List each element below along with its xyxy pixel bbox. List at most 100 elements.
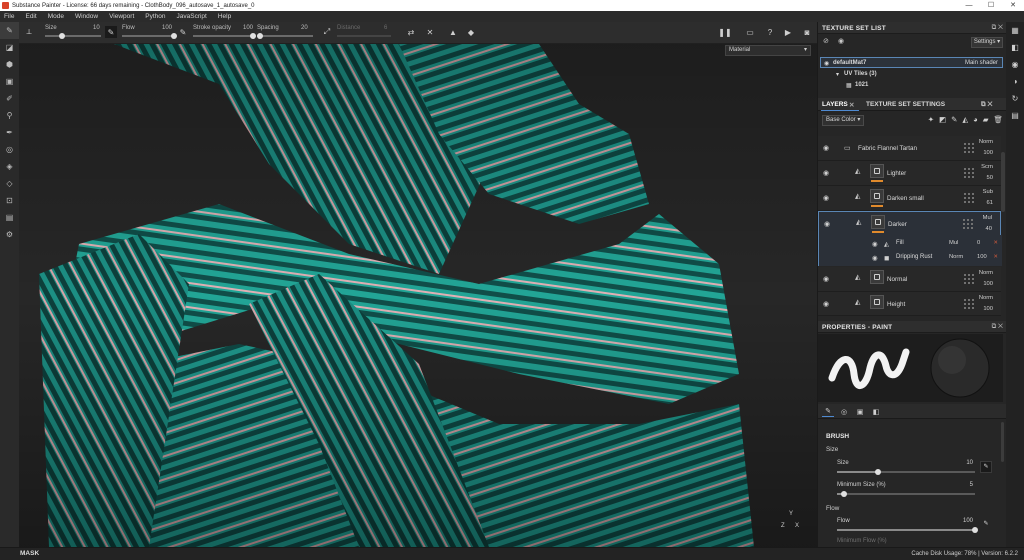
brush-size-slider[interactable] [837, 469, 975, 475]
bake-icon[interactable]: ◎ [0, 141, 19, 158]
layer-blend-mode[interactable]: Mul [983, 215, 992, 221]
visibility-eye-icon[interactable]: ◉ [823, 144, 829, 152]
alpha-tab-icon[interactable]: ◎ [838, 406, 850, 417]
distance-slider[interactable] [337, 35, 391, 37]
remove-effect-icon[interactable]: ✕ [993, 240, 998, 246]
layer-blend-mode[interactable]: Norm [979, 270, 993, 276]
tangent-icon[interactable]: ◆ [465, 26, 477, 38]
layer-row-darken-small[interactable]: ◉ ◭ Darken small Sub 61 [818, 186, 1001, 211]
channel-select[interactable]: Base Color ▾ [822, 115, 864, 126]
menu-python[interactable]: Python [145, 13, 165, 20]
texture-set-settings-button[interactable]: Settings ▾ [971, 37, 1003, 48]
brush-size-value[interactable]: 10 [966, 460, 973, 466]
close-button[interactable]: ✕ [1002, 0, 1024, 11]
layer-opacity[interactable]: 100 [983, 150, 993, 156]
eye-icon[interactable]: ◉ [824, 60, 829, 67]
alignment-icon[interactable]: ⟂ [23, 26, 35, 38]
minimize-button[interactable]: — [958, 0, 980, 11]
layer-blend-mode[interactable]: Sub [983, 189, 993, 195]
layer-blend-mode[interactable]: Norm [979, 139, 993, 145]
render-icon[interactable]: ▤ [0, 209, 19, 226]
layer-opacity[interactable]: 40 [986, 226, 992, 232]
layer-opacity[interactable]: 61 [987, 200, 993, 206]
menu-help[interactable]: Help [218, 13, 231, 20]
view-mode-icon[interactable]: ▭ [744, 26, 756, 38]
remove-effect-icon[interactable]: ✕ [993, 254, 998, 260]
spacing-slider[interactable] [257, 33, 313, 39]
help-icon[interactable]: ? [764, 26, 776, 38]
visibility-eye-icon[interactable]: ◉ [872, 240, 878, 248]
effect-value[interactable]: 0 [977, 240, 980, 246]
pen-pressure-icon[interactable]: ✎ [105, 26, 117, 38]
menu-file[interactable]: File [4, 13, 14, 20]
size-slider[interactable] [45, 33, 101, 39]
layer-row-normal[interactable]: ◉ ◭ Normal Norm 100 [818, 267, 1001, 292]
brush-flow-knob[interactable] [972, 527, 978, 533]
min-size-value[interactable]: 5 [970, 482, 973, 488]
pause-icon[interactable]: ❚❚ [718, 26, 731, 38]
visibility-eye-icon[interactable]: ◉ [823, 275, 829, 283]
python-icon[interactable]: ⊡ [0, 192, 19, 209]
mask-effect-row-dripping-rust[interactable]: ◉ ◼ Dripping Rust Norm 100 ✕ [819, 249, 1002, 266]
geometry-mask-icon[interactable]: ◈ [0, 158, 19, 175]
tab-texture-set-settings[interactable]: TEXTURE SET SETTINGS [866, 101, 945, 108]
menu-viewport[interactable]: Viewport [109, 13, 134, 20]
effect-value[interactable]: 100 [977, 254, 987, 260]
delete-layer-icon[interactable]: 🗑 [993, 115, 1003, 124]
display-settings-icon[interactable]: ◑ [1006, 73, 1024, 90]
brush-flow-value[interactable]: 100 [963, 518, 973, 524]
stroke-opacity-knob[interactable] [250, 33, 256, 39]
camera-align-icon[interactable]: ▲ [447, 26, 459, 38]
spacing-slider-knob[interactable] [257, 33, 263, 39]
add-fill-layer-icon[interactable]: ◭ [962, 115, 968, 124]
log-icon[interactable]: ▤ [1006, 107, 1024, 124]
add-folder-icon[interactable]: ▰ [983, 115, 989, 124]
layers-icon[interactable]: ◧ [1006, 39, 1024, 56]
flow-slider[interactable] [122, 33, 177, 39]
pen-pressure-button[interactable]: ✎ [980, 461, 992, 473]
layer-blend-mode[interactable]: Scrn [981, 164, 993, 170]
3d-viewport[interactable]: Material ▾ Y Z X [19, 44, 817, 547]
projection-icon[interactable]: ⬢ [0, 56, 19, 73]
symmetry-icon[interactable]: ◇ [0, 175, 19, 192]
stencil-tab-icon[interactable]: ▣ [854, 406, 866, 417]
flow-pressure-icon[interactable]: ✎ [177, 26, 189, 38]
effect-blend-mode[interactable]: Mul [949, 240, 994, 246]
add-smart-material-icon[interactable]: ◕ [973, 115, 978, 124]
maximize-button[interactable]: ☐ [980, 0, 1002, 11]
uv-tile-row[interactable]: ▦ 1021 [820, 80, 1003, 91]
brush-tab-icon[interactable]: ✎ [822, 406, 834, 417]
tab-layers[interactable]: LAYERS [822, 101, 848, 108]
panel-float-close-icons[interactable]: ⧉ ✕ [992, 323, 1003, 331]
visibility-eye-icon[interactable]: ◉ [823, 194, 829, 202]
layer-row-lighter[interactable]: ◉ ◭ Lighter Scrn 50 [818, 161, 1001, 186]
layer-row-folder[interactable]: ◉ ▭ Fabric Flannel Tartan Norm 100 [818, 136, 1001, 161]
viewport-mode-select[interactable]: Material ▾ [725, 45, 811, 56]
add-mask-icon[interactable]: ◩ [939, 115, 946, 124]
settings-gear-icon[interactable]: ⚙ [0, 226, 19, 243]
tab-close-icon[interactable]: ✕ [849, 101, 854, 109]
effect-blend-mode[interactable]: Norm [949, 254, 994, 260]
layer-row-height[interactable]: ◉ ◭ Height Norm 100 [818, 292, 1001, 316]
color-picker-icon[interactable]: ✒ [0, 124, 19, 141]
layer-opacity[interactable]: 100 [983, 306, 993, 312]
lazy-mouse-icon[interactable]: ⤢ [321, 26, 333, 38]
layer-opacity[interactable]: 50 [987, 175, 993, 181]
eye-toggle-icon[interactable]: ◉ [838, 37, 844, 45]
menu-window[interactable]: Window [75, 13, 98, 20]
clone-stamp-icon[interactable]: ⚲ [0, 107, 19, 124]
material-tab-icon[interactable]: ◧ [870, 406, 882, 417]
size-slider-knob[interactable] [59, 33, 65, 39]
min-size-knob[interactable] [841, 491, 847, 497]
layers-scrollbar[interactable] [1001, 152, 1005, 212]
visibility-eye-icon[interactable]: ◉ [872, 254, 878, 262]
polygon-fill-icon[interactable]: ▣ [0, 73, 19, 90]
uv-tiles-row[interactable]: ▾ UV Tiles (3) [820, 69, 1003, 80]
layer-blend-mode[interactable]: Norm [979, 295, 993, 301]
menu-edit[interactable]: Edit [25, 13, 36, 20]
paint-brush-icon[interactable]: ✎ [0, 22, 19, 39]
visibility-eye-icon[interactable]: ◉ [823, 169, 829, 177]
shelf-icon[interactable]: ◉ [1006, 56, 1024, 73]
filter-icon[interactable]: ⊘ [823, 37, 829, 45]
visibility-eye-icon[interactable]: ◉ [824, 220, 830, 228]
